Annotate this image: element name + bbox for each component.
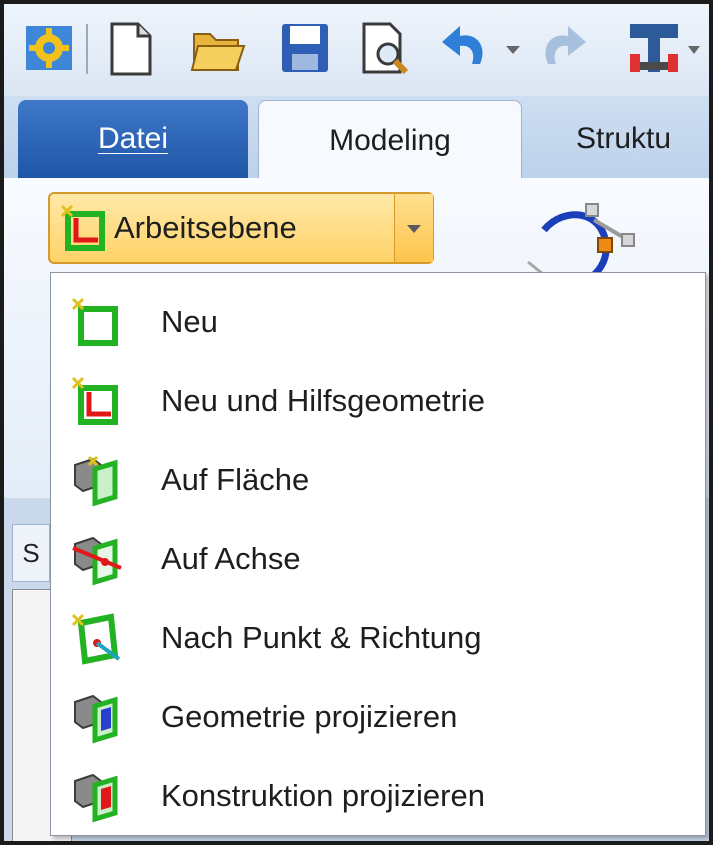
workplane-on-face-icon — [71, 455, 123, 507]
arbeitsebene-dropdown-menu: Neu Neu und Hilfsgeometrie Auf Fläche Au… — [50, 272, 706, 836]
workplane-new-icon — [71, 297, 123, 349]
workplane-on-axis-icon — [71, 534, 123, 586]
menu-item-label: Neu und Hilfsgeometrie — [161, 383, 485, 418]
project-construction-icon — [71, 771, 123, 823]
arbeitsebene-label: Arbeitsebene — [114, 210, 297, 245]
menu-item-label: Neu — [161, 304, 218, 339]
tab-struktur[interactable]: Struktu — [576, 100, 671, 178]
tab-modeling-label: Modeling — [329, 124, 451, 157]
toolbar-separator — [86, 24, 88, 74]
redo-icon[interactable] — [532, 16, 592, 80]
menu-item-auf-achse[interactable]: Auf Achse — [57, 522, 697, 596]
menu-item-neu[interactable]: Neu — [57, 285, 697, 359]
dropdown-arrow-icon[interactable] — [498, 16, 528, 80]
tab-datei-label: Datei — [97, 122, 169, 155]
save-icon[interactable] — [274, 16, 334, 80]
menu-item-geometrie-projizieren[interactable]: Geometrie projizieren — [57, 680, 697, 754]
undo-icon[interactable] — [436, 16, 496, 80]
menu-item-label: Geometrie projizieren — [161, 699, 458, 734]
tab-struktur-label: Struktu — [576, 122, 672, 155]
arbeitsebene-button[interactable]: Arbeitsebene — [50, 194, 390, 262]
menu-item-label: Nach Punkt & Richtung — [161, 620, 482, 655]
menu-item-konstruktion-projizieren[interactable]: Konstruktion projizieren — [57, 759, 697, 833]
app-menu-icon[interactable] — [20, 16, 80, 80]
menu-item-label: Auf Fläche — [161, 462, 310, 497]
tab-datei[interactable]: Datei — [18, 100, 248, 178]
menu-item-neu-und-hilfsgeometrie[interactable]: Neu und Hilfsgeometrie — [57, 364, 697, 438]
menu-item-label: Konstruktion projizieren — [161, 778, 485, 813]
menu-item-label: Auf Achse — [161, 541, 301, 576]
arbeitsebene-dropdown-button[interactable] — [394, 194, 433, 262]
app-window: Datei Modeling Struktu S Arbeitsebene Ne… — [0, 0, 713, 845]
workplane-helper-geometry-icon — [71, 376, 123, 428]
menu-item-nach-punkt-richtung[interactable]: Nach Punkt & Richtung — [57, 601, 697, 675]
workplane-point-direction-icon — [71, 613, 123, 665]
tab-modeling[interactable]: Modeling — [258, 100, 522, 181]
side-panel-tab[interactable]: S — [12, 524, 50, 582]
print-preview-icon[interactable] — [354, 16, 414, 80]
ribbon-tab-bar: Datei Modeling Struktu — [4, 96, 709, 181]
tools-icon[interactable] — [616, 16, 706, 80]
open-folder-icon[interactable] — [188, 16, 248, 80]
quick-access-toolbar — [4, 4, 709, 96]
new-document-icon[interactable] — [100, 16, 160, 80]
chevron-down-icon — [404, 221, 424, 235]
side-panel-tab-letter: S — [22, 537, 40, 568]
workplane-new-icon — [60, 204, 106, 252]
project-geometry-icon — [71, 692, 123, 744]
arbeitsebene-split-button: Arbeitsebene — [48, 192, 434, 264]
menu-item-auf-flaeche[interactable]: Auf Fläche — [57, 443, 697, 517]
